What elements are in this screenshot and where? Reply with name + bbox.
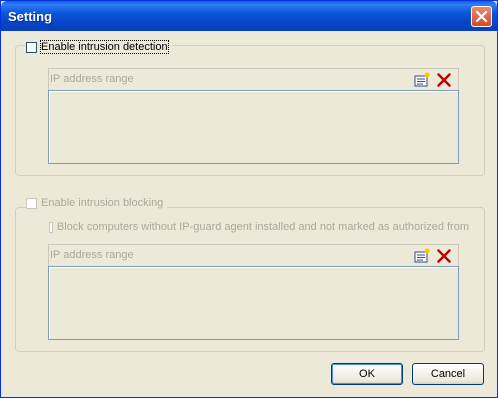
delete-icon (437, 249, 451, 263)
blocking-add-button[interactable] (413, 247, 431, 265)
block-unauthorized-row[interactable]: Block computers without IP-guard agent i… (49, 221, 469, 233)
block-unauthorized-label[interactable]: Block computers without IP-guard agent i… (57, 221, 469, 233)
close-button[interactable] (471, 6, 492, 27)
blocking-ip-range-header: IP address range (48, 244, 459, 266)
ok-button[interactable]: OK (331, 363, 403, 385)
detection-ip-range-header: IP address range (48, 68, 459, 90)
blocking-checkbox[interactable] (26, 197, 37, 209)
add-range-icon (414, 72, 430, 87)
detection-checkbox[interactable] (26, 41, 37, 53)
block-unauthorized-checkbox[interactable] (49, 221, 53, 233)
blocking-delete-button[interactable] (435, 247, 453, 265)
title-bar[interactable]: Setting (1, 1, 497, 31)
detection-checkbox-row[interactable]: Enable intrusion detection (26, 40, 172, 54)
delete-icon (437, 73, 451, 87)
detection-ip-range-pane: IP address range (48, 68, 459, 164)
cancel-button[interactable]: Cancel (412, 363, 484, 385)
blocking-checkbox-row[interactable]: Enable intrusion blocking (26, 197, 168, 209)
dialog-body: Enable intrusion detection IP address ra… (4, 31, 494, 395)
blocking-checkbox-label[interactable]: Enable intrusion blocking (41, 197, 163, 209)
detection-add-button[interactable] (413, 71, 431, 89)
dialog-title: Setting (8, 9, 53, 24)
blocking-ip-range-list[interactable] (48, 266, 459, 340)
detection-ip-range-list[interactable] (48, 90, 459, 164)
close-icon (475, 10, 488, 23)
add-range-icon (414, 248, 430, 263)
detection-checkbox-label[interactable]: Enable intrusion detection (40, 40, 169, 54)
detection-ip-range-label: IP address range (50, 73, 134, 85)
detection-delete-button[interactable] (435, 71, 453, 89)
blocking-ip-range-pane: IP address range (48, 244, 459, 340)
settings-dialog: Setting Enable intrusion detection IP ad… (0, 0, 498, 398)
blocking-ip-range-label: IP address range (50, 249, 134, 261)
